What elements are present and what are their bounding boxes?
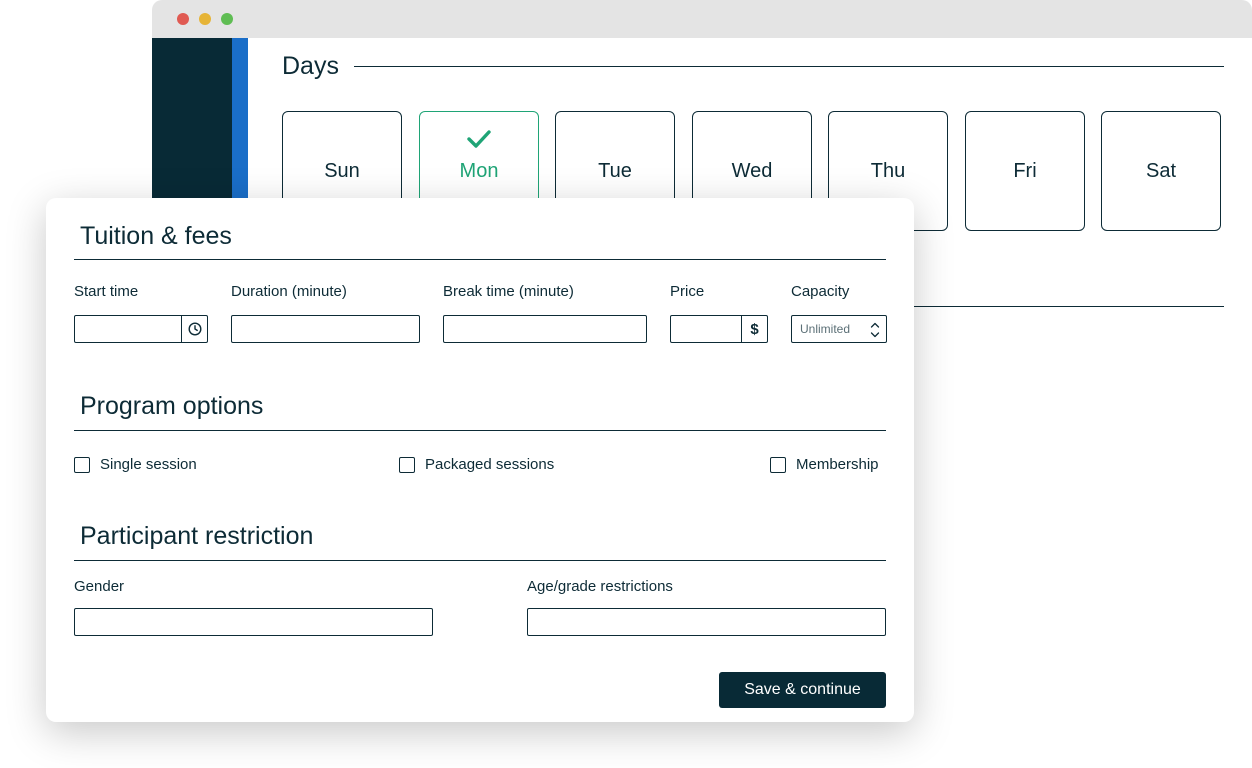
- days-section-title: Days: [282, 52, 339, 80]
- membership-label: Membership: [796, 456, 879, 473]
- program-options-divider: [74, 430, 886, 431]
- window-titlebar: [152, 0, 1252, 38]
- membership-checkbox[interactable]: [770, 456, 786, 473]
- start-time-input[interactable]: [74, 315, 208, 343]
- break-time-input[interactable]: [443, 315, 647, 343]
- day-label: Wed: [731, 160, 773, 182]
- participant-restriction-divider: [74, 560, 886, 561]
- single-session-label: Single session: [100, 456, 197, 473]
- window-close-dot[interactable]: [177, 13, 189, 25]
- day-label: Thu: [870, 160, 906, 182]
- age-grade-input[interactable]: [527, 608, 886, 636]
- packaged-sessions-label: Packaged sessions: [425, 456, 555, 473]
- section-divider: [912, 306, 1224, 307]
- gender-label: Gender: [74, 578, 125, 595]
- capacity-value: Unlimited: [800, 322, 851, 336]
- tuition-section-title: Tuition & fees: [80, 222, 232, 250]
- price-input[interactable]: $: [670, 315, 768, 343]
- age-grade-label: Age/grade restrictions: [527, 578, 673, 595]
- window-minimize-dot[interactable]: [199, 13, 211, 25]
- days-section-divider: [354, 66, 1224, 67]
- day-sat-button[interactable]: Sat: [1101, 111, 1221, 231]
- currency-symbol: $: [750, 320, 759, 338]
- gender-input[interactable]: [74, 608, 433, 636]
- day-label: Fri: [1013, 160, 1037, 182]
- day-label: Mon: [459, 160, 499, 182]
- window-maximize-dot[interactable]: [221, 13, 233, 25]
- packaged-sessions-checkbox[interactable]: [399, 456, 415, 473]
- participant-restriction-title: Participant restriction: [80, 522, 314, 550]
- capacity-stepper[interactable]: Unlimited: [791, 315, 887, 343]
- tuition-section-divider: [74, 259, 886, 260]
- day-fri-button[interactable]: Fri: [965, 111, 1085, 231]
- duration-input[interactable]: [231, 315, 420, 343]
- start-time-label: Start time: [74, 283, 139, 300]
- single-session-option[interactable]: Single session: [74, 456, 197, 473]
- capacity-label: Capacity: [791, 283, 850, 300]
- price-label: Price: [670, 283, 705, 300]
- single-session-checkbox[interactable]: [74, 456, 90, 473]
- packaged-sessions-option[interactable]: Packaged sessions: [399, 456, 554, 473]
- membership-option[interactable]: Membership: [770, 456, 879, 473]
- day-label: Sat: [1145, 160, 1177, 182]
- tuition-form-card: Tuition & fees Start time Duration (minu…: [46, 198, 914, 722]
- checkmark-icon: [467, 130, 491, 148]
- dollar-icon: $: [741, 316, 767, 342]
- break-time-label: Break time (minute): [443, 283, 574, 300]
- clock-icon[interactable]: [181, 316, 207, 342]
- stepper-arrows-icon[interactable]: [870, 321, 880, 339]
- day-label: Sun: [324, 160, 360, 182]
- program-options-title: Program options: [80, 392, 264, 420]
- day-label: Tue: [598, 160, 632, 182]
- duration-label: Duration (minute): [231, 283, 347, 300]
- save-continue-button[interactable]: Save & continue: [719, 672, 886, 708]
